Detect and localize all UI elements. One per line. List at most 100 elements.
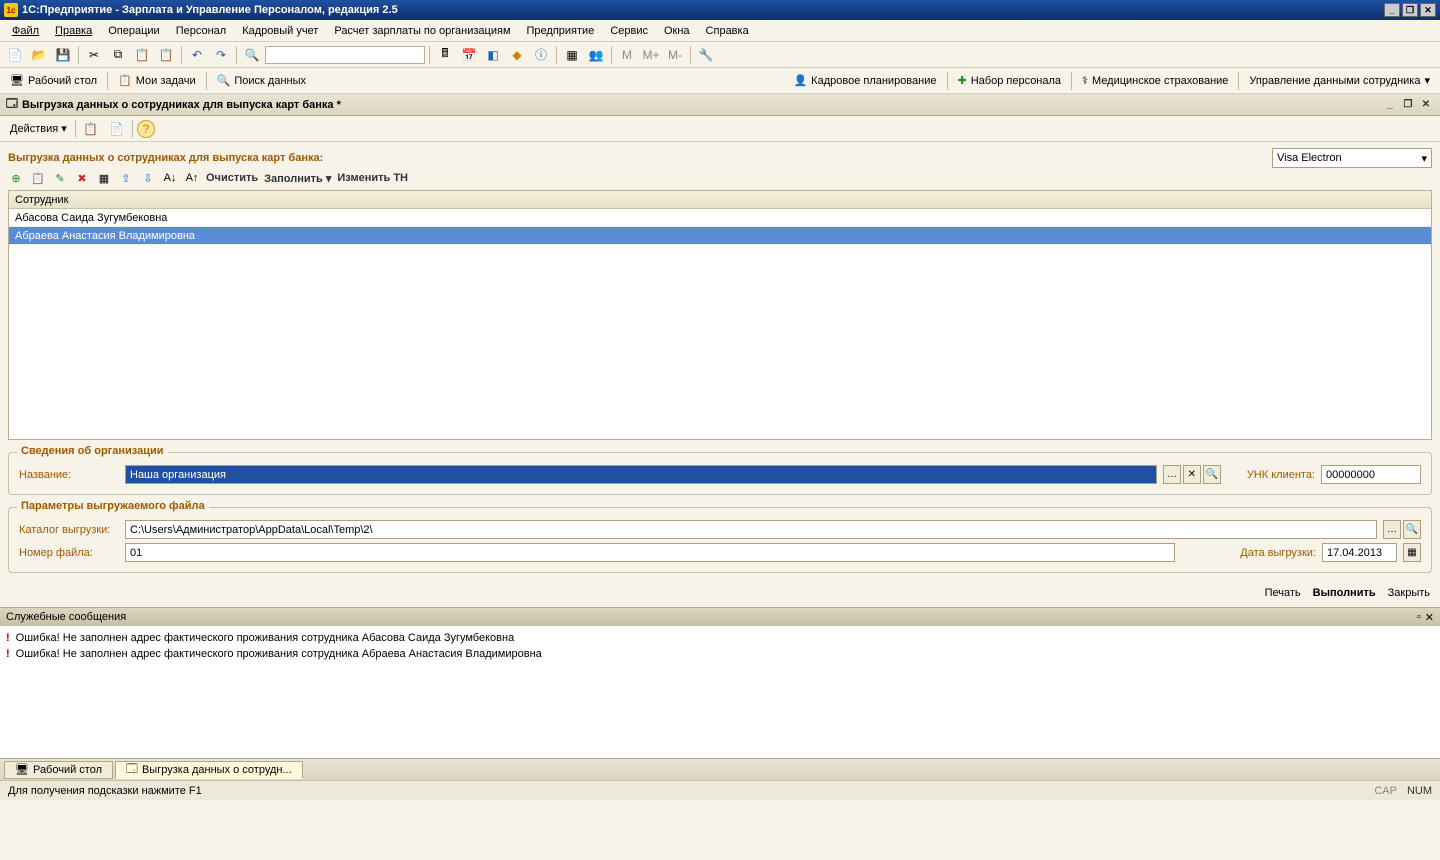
date-input[interactable]: 17.04.2013	[1322, 543, 1397, 562]
num-input[interactable]: 01	[125, 543, 1175, 562]
document-title-bar: 🗔 Выгрузка данных о сотрудниках для выпу…	[0, 94, 1440, 116]
calc-icon[interactable]: 🖩	[434, 44, 456, 66]
redo-icon[interactable]: ↷	[210, 44, 232, 66]
menu-personnel[interactable]: Персонал	[168, 23, 235, 39]
org-name-input[interactable]: Наша организация	[125, 465, 1157, 484]
save-icon[interactable]: 💾	[52, 44, 74, 66]
mplus-icon[interactable]: M+	[640, 44, 662, 66]
cut-icon[interactable]: ✂	[83, 44, 105, 66]
open-icon[interactable]: 📂	[28, 44, 50, 66]
dir-input[interactable]: C:\Users\Администратор\AppData\Local\Tem…	[125, 520, 1377, 539]
nav-tasks[interactable]: 📋Мои задачи	[112, 72, 202, 89]
menu-windows[interactable]: Окна	[656, 23, 698, 39]
menu-hr[interactable]: Кадровый учет	[234, 23, 326, 39]
fill-button[interactable]: Заполнить ▾	[264, 172, 331, 185]
print-button[interactable]: Печать	[1265, 587, 1301, 599]
menu-file[interactable]: Файл	[4, 23, 47, 39]
paste-special-icon[interactable]: 📋	[155, 44, 177, 66]
task-bar: 🖥Рабочий стол 🗔Выгрузка данных о сотрудн…	[0, 758, 1440, 780]
title-text: 1С:Предприятие - Зарплата и Управление П…	[22, 4, 398, 16]
org-name-more-button[interactable]: …	[1163, 465, 1181, 484]
dir-browse-button[interactable]: …	[1383, 520, 1401, 539]
action-icon-1[interactable]: 📋	[80, 118, 102, 140]
maximize-button[interactable]: ❐	[1402, 3, 1418, 17]
doc-maximize-button[interactable]: ❐	[1400, 98, 1416, 112]
messages-panel: Служебные сообщения ▫ ✕ !Ошибка! Не запо…	[0, 607, 1440, 758]
message-line[interactable]: !Ошибка! Не заполнен адрес фактического …	[6, 646, 1434, 662]
delete-row-icon[interactable]: ✖	[74, 170, 90, 186]
date-picker-button[interactable]: ▦	[1403, 543, 1421, 562]
messages-close-icon[interactable]: ✕	[1425, 611, 1434, 624]
copy-icon[interactable]: ⧉	[107, 44, 129, 66]
m-icon[interactable]: M	[616, 44, 638, 66]
document-action-bar: Действия ▾ 📋 📄 ?	[0, 116, 1440, 142]
move-up-icon[interactable]: ⇧	[118, 170, 134, 186]
file-legend: Параметры выгружаемого файла	[17, 500, 209, 512]
nav-insurance[interactable]: ⚕Медицинское страхование	[1076, 72, 1234, 89]
chevron-down-icon: ▾	[1421, 152, 1427, 165]
close-window-button[interactable]: ✕	[1420, 3, 1436, 17]
unk-label: УНК клиента:	[1247, 469, 1315, 481]
message-line[interactable]: !Ошибка! Не заполнен адрес фактического …	[6, 630, 1434, 646]
doc-minimize-button[interactable]: _	[1382, 98, 1398, 112]
nav-recruitment[interactable]: ✚Набор персонала	[952, 72, 1068, 89]
settings-icon[interactable]: 🔧	[695, 44, 717, 66]
table-row[interactable]: Абасова Саида Зугумбековна	[9, 209, 1431, 227]
change-tn-button[interactable]: Изменить ТН	[337, 172, 408, 184]
taskbar-desktop-tab[interactable]: 🖥Рабочий стол	[4, 761, 113, 779]
copy-row-icon[interactable]: 📋	[30, 170, 46, 186]
add-row-icon[interactable]: ⊕	[8, 170, 24, 186]
menu-payroll[interactable]: Расчет зарплаты по организациям	[326, 23, 518, 39]
card-type-select[interactable]: Visa Electron ▾	[1272, 148, 1432, 168]
actions-dropdown[interactable]: Действия ▾	[6, 120, 71, 137]
nav-desktop[interactable]: 🖥Рабочий стол	[4, 72, 103, 89]
move-down-icon[interactable]: ⇩	[140, 170, 156, 186]
taskbar-document-tab[interactable]: 🗔Выгрузка данных о сотрудн...	[115, 761, 303, 779]
sort-desc-icon[interactable]: A↑	[184, 170, 200, 186]
mminus-icon[interactable]: M-	[664, 44, 686, 66]
report-icon[interactable]: ▦	[561, 44, 583, 66]
org-name-clear-button[interactable]: ✕	[1183, 465, 1201, 484]
action-help-icon[interactable]: ?	[137, 120, 155, 138]
file-groupbox: Параметры выгружаемого файла Каталог выг…	[8, 507, 1432, 573]
minimize-button[interactable]: _	[1384, 3, 1400, 17]
people-icon[interactable]: 👥	[585, 44, 607, 66]
table-row[interactable]: Абраева Анастасия Владимировна	[9, 227, 1431, 245]
new-icon[interactable]: 📄	[4, 44, 26, 66]
nav-employee-data[interactable]: Управление данными сотрудника▾	[1243, 72, 1436, 89]
find-icon[interactable]: 🔍	[241, 44, 263, 66]
search-input[interactable]	[265, 46, 425, 64]
nav-search[interactable]: 🔍Поиск данных	[211, 72, 312, 89]
clear-button[interactable]: Очистить	[206, 172, 258, 184]
undo-icon[interactable]: ↶	[186, 44, 208, 66]
sort-asc-icon[interactable]: A↓	[162, 170, 178, 186]
footer-buttons: Печать Выполнить Закрыть	[0, 579, 1440, 607]
menu-service[interactable]: Сервис	[602, 23, 656, 39]
grid-header[interactable]: Сотрудник	[9, 191, 1431, 209]
menu-help[interactable]: Справка	[698, 23, 757, 39]
org-name-search-button[interactable]: 🔍	[1203, 465, 1221, 484]
paste-icon[interactable]: 📋	[131, 44, 153, 66]
dir-search-button[interactable]: 🔍	[1403, 520, 1421, 539]
close-button[interactable]: Закрыть	[1388, 587, 1430, 599]
messages-body[interactable]: !Ошибка! Не заполнен адрес фактического …	[0, 626, 1440, 758]
menu-operations[interactable]: Операции	[100, 23, 167, 39]
action-icon-2[interactable]: 📄	[106, 118, 128, 140]
date-label: Дата выгрузки:	[1240, 547, 1316, 559]
tool-icon-1[interactable]: ◧	[482, 44, 504, 66]
nav-hr-planning[interactable]: 👤Кадровое планирование	[787, 72, 942, 89]
doc-close-button[interactable]: ✕	[1418, 98, 1434, 112]
grid-icon[interactable]: ▦	[96, 170, 112, 186]
messages-pin-icon[interactable]: ▫	[1417, 611, 1421, 624]
tool-icon-2[interactable]: ◆	[506, 44, 528, 66]
calendar-icon[interactable]: 📅	[458, 44, 480, 66]
menu-edit[interactable]: Правка	[47, 23, 100, 39]
employees-grid[interactable]: Сотрудник Абасова Саида Зугумбековна Абр…	[8, 190, 1432, 440]
status-cap: CAP	[1374, 785, 1397, 797]
menu-company[interactable]: Предприятие	[519, 23, 603, 39]
unk-input[interactable]: 00000000	[1321, 465, 1421, 484]
document-title: Выгрузка данных о сотрудниках для выпуск…	[22, 99, 341, 111]
run-button[interactable]: Выполнить	[1313, 587, 1376, 599]
help-icon[interactable]: ⓘ	[530, 44, 552, 66]
edit-row-icon[interactable]: ✎	[52, 170, 68, 186]
